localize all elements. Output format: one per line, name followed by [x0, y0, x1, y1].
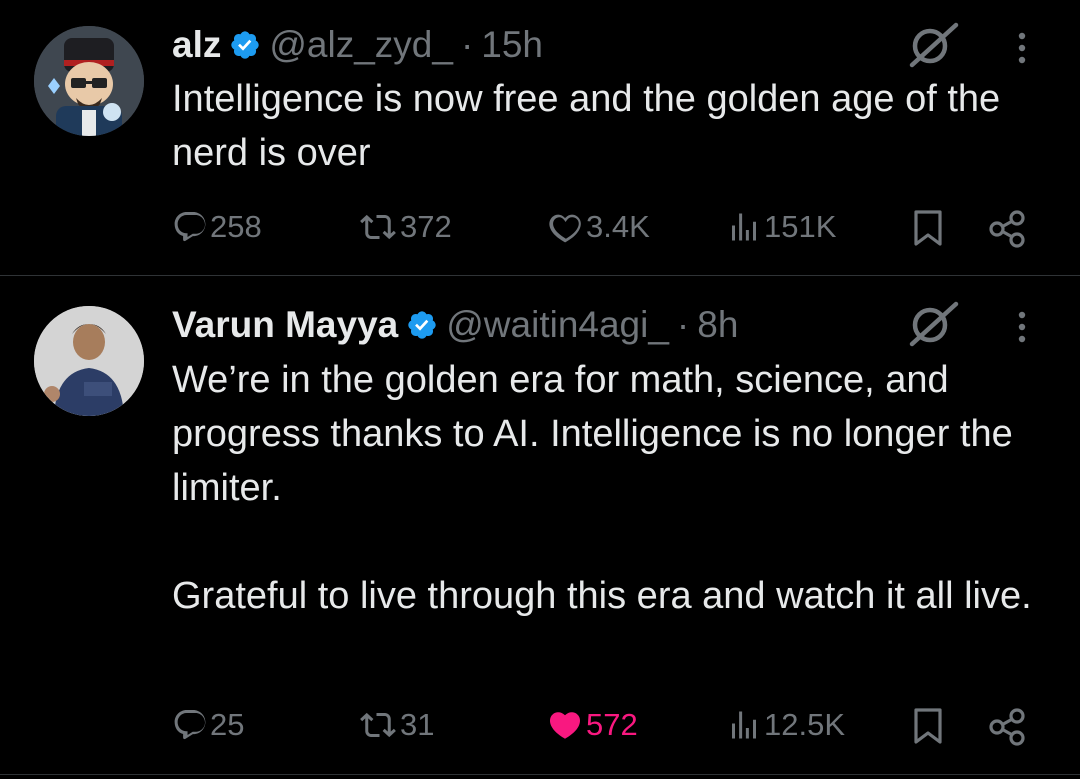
- repost-icon: [360, 712, 396, 738]
- reply-count: 258: [210, 209, 262, 244]
- tweet-text: We’re in the golden era for math, scienc…: [172, 353, 1052, 623]
- timestamp[interactable]: 15h: [481, 24, 543, 66]
- separator-dot: ·: [460, 24, 474, 65]
- author-name[interactable]: alz: [172, 24, 221, 66]
- tweet-paragraph: Grateful to live through this era and wa…: [172, 575, 1032, 617]
- tweet-paragraph: We’re in the golden era for math, scienc…: [172, 359, 1013, 509]
- like-count: 3.4K: [586, 209, 650, 244]
- reply-icon: [174, 212, 206, 242]
- views-icon: [732, 711, 756, 739]
- bookmark-icon[interactable]: [912, 209, 944, 247]
- tweet-actions: 25 31 572 12.5K: [172, 700, 1032, 750]
- tweet-header: alz @alz_zyd_ · 15h: [172, 22, 543, 68]
- reply-count: 25: [210, 707, 245, 742]
- tweet-text: Intelligence is now free and the golden …: [172, 72, 1052, 180]
- grok-icon[interactable]: [906, 301, 960, 347]
- views-button[interactable]: 12.5K: [726, 700, 845, 750]
- bookmark-icon[interactable]: [912, 707, 944, 745]
- like-count: 572: [586, 707, 638, 742]
- reply-button[interactable]: 258: [172, 202, 262, 252]
- repost-button[interactable]: 372: [358, 202, 452, 252]
- share-icon[interactable]: [987, 209, 1027, 249]
- share-icon[interactable]: [987, 707, 1027, 747]
- like-icon: [549, 214, 581, 243]
- verified-badge-icon: [231, 31, 260, 59]
- separator-dot: ·: [676, 304, 690, 345]
- tweet-actions: 258 372 3.4K 151K: [172, 202, 1032, 252]
- like-icon-filled: [549, 712, 581, 739]
- tweet[interactable]: Varun Mayya @waitin4agi_ · 8h We’re in t…: [0, 277, 1080, 775]
- reply-button[interactable]: 25: [172, 700, 244, 750]
- repost-icon: [360, 214, 396, 240]
- reply-icon: [174, 710, 206, 740]
- author-handle[interactable]: @waitin4agi_: [446, 304, 669, 346]
- avatar[interactable]: [34, 306, 144, 416]
- grok-icon[interactable]: [906, 22, 960, 68]
- author-handle[interactable]: @alz_zyd_: [269, 24, 453, 66]
- tweet-header: Varun Mayya @waitin4agi_ · 8h: [172, 302, 738, 348]
- author-name[interactable]: Varun Mayya: [172, 304, 398, 346]
- view-count: 12.5K: [764, 707, 846, 742]
- like-button[interactable]: 572: [546, 700, 638, 750]
- tweet-paragraph: Intelligence is now free and the golden …: [172, 78, 1001, 174]
- views-button[interactable]: 151K: [726, 202, 836, 252]
- view-count: 151K: [764, 209, 837, 244]
- more-icon[interactable]: [1012, 30, 1032, 66]
- more-icon[interactable]: [1012, 309, 1032, 345]
- avatar-photo: [34, 306, 144, 416]
- avatar[interactable]: [34, 26, 144, 136]
- repost-count: 31: [400, 707, 435, 742]
- like-button[interactable]: 3.4K: [546, 202, 650, 252]
- verified-badge-icon: [408, 311, 436, 339]
- avatar-illustration: [34, 26, 144, 136]
- tweet[interactable]: alz @alz_zyd_ · 15h Intelligence is now …: [0, 0, 1080, 276]
- repost-button[interactable]: 31: [358, 700, 434, 750]
- repost-count: 372: [400, 209, 452, 244]
- views-icon: [732, 213, 756, 241]
- timestamp[interactable]: 8h: [697, 304, 738, 346]
